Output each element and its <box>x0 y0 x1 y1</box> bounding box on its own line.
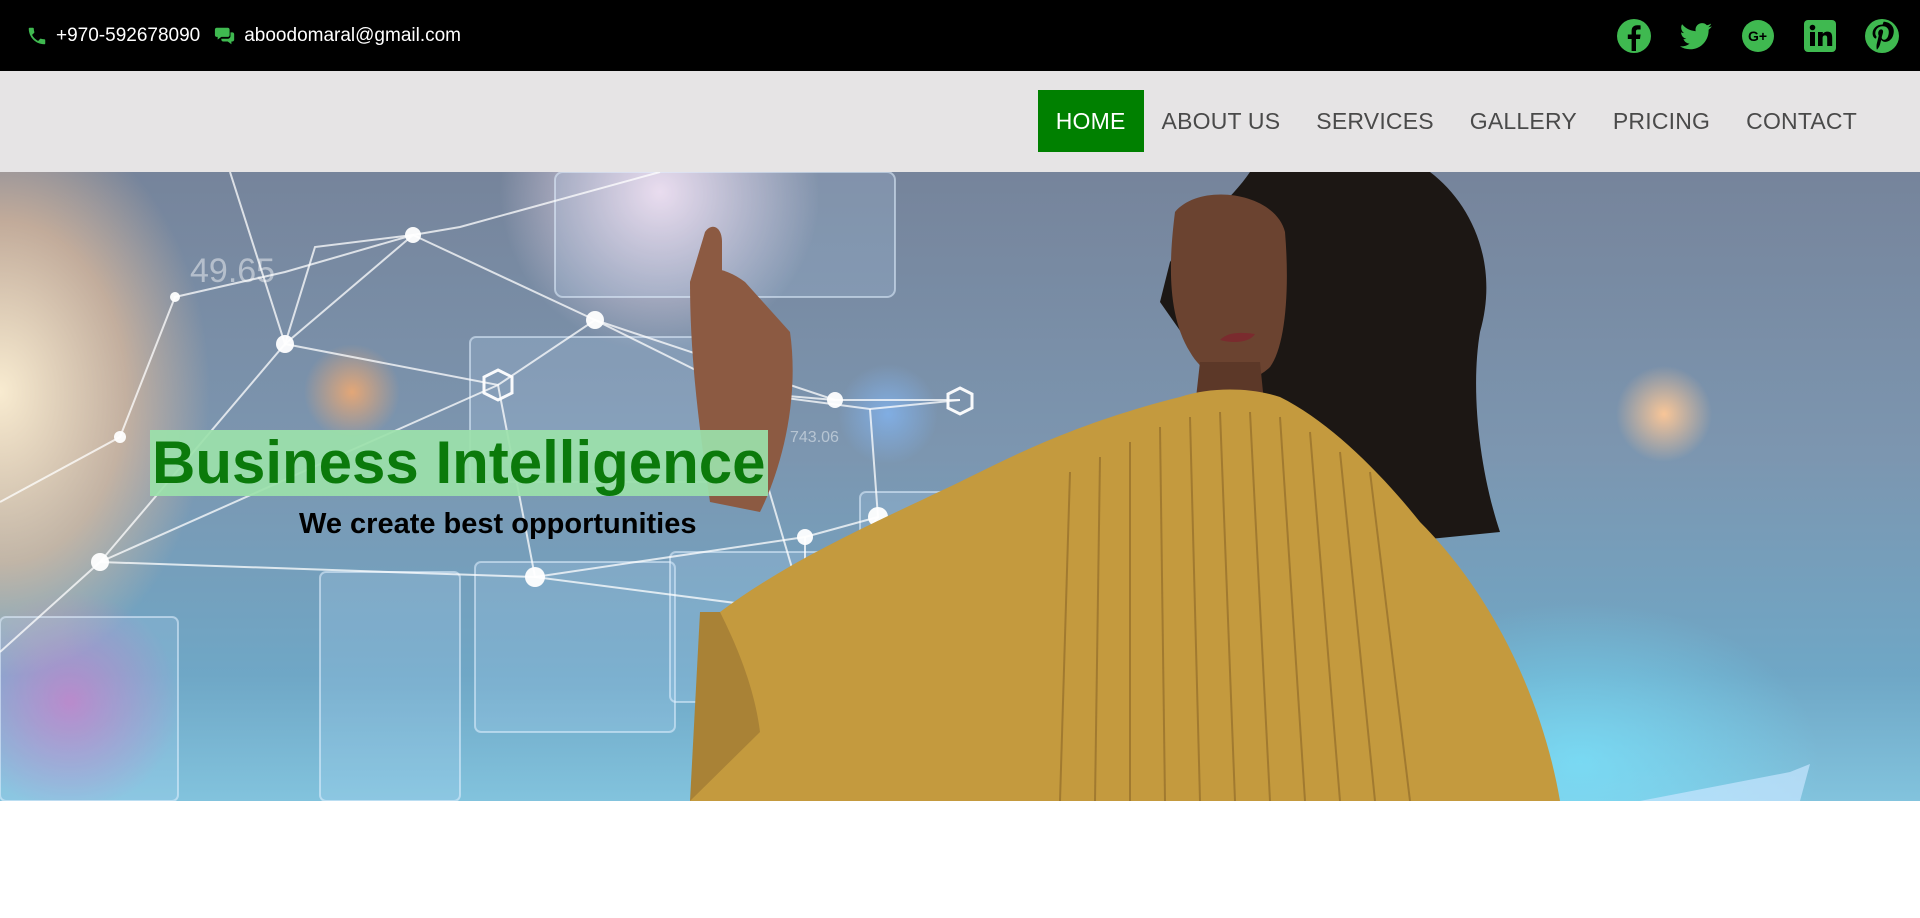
chat-icon <box>215 27 235 44</box>
hero-title: Business Intelligence <box>150 429 768 496</box>
google-plus-link[interactable]: G+ <box>1740 18 1776 54</box>
email-contact[interactable]: aboodomaral@gmail.com <box>214 25 461 47</box>
nav-item-contact[interactable]: CONTACT <box>1728 90 1875 152</box>
twitter-link[interactable] <box>1678 18 1714 54</box>
contact-info: +970-592678090 aboodomaral@gmail.com <box>26 25 475 47</box>
facebook-icon <box>1617 18 1651 53</box>
email-address: aboodomaral@gmail.com <box>244 24 462 46</box>
google-plus-icon: G+ <box>1742 19 1774 52</box>
pinterest-link[interactable] <box>1864 18 1900 54</box>
nav-item-services[interactable]: SERVICES <box>1298 90 1452 152</box>
pinterest-icon <box>1865 18 1899 53</box>
hero-banner: 49.65 743.06 11.08 <box>0 172 1920 801</box>
phone-icon <box>28 27 46 44</box>
svg-text:G+: G+ <box>1748 28 1767 44</box>
twitter-icon <box>1679 22 1712 49</box>
top-contact-bar: +970-592678090 aboodomaral@gmail.com G+ <box>0 0 1920 71</box>
linkedin-icon <box>1804 19 1836 52</box>
hero-subtitle: We create best opportunities <box>299 508 697 540</box>
svg-text:49.65: 49.65 <box>190 252 275 290</box>
facebook-link[interactable] <box>1616 18 1652 54</box>
nav-menu: HOME ABOUT US SERVICES GALLERY PRICING C… <box>1037 90 1875 152</box>
nav-item-pricing[interactable]: PRICING <box>1595 90 1728 152</box>
social-links: G+ <box>1590 18 1900 54</box>
main-navbar: HOME ABOUT US SERVICES GALLERY PRICING C… <box>0 71 1920 172</box>
svg-text:743.06: 743.06 <box>790 429 839 446</box>
phone-contact[interactable]: +970-592678090 <box>26 25 200 47</box>
phone-number: +970-592678090 <box>56 24 201 46</box>
nav-item-about-us[interactable]: ABOUT US <box>1144 90 1299 152</box>
linkedin-link[interactable] <box>1802 18 1838 54</box>
nav-item-home[interactable]: HOME <box>1037 90 1144 152</box>
nav-item-gallery[interactable]: GALLERY <box>1452 90 1595 152</box>
